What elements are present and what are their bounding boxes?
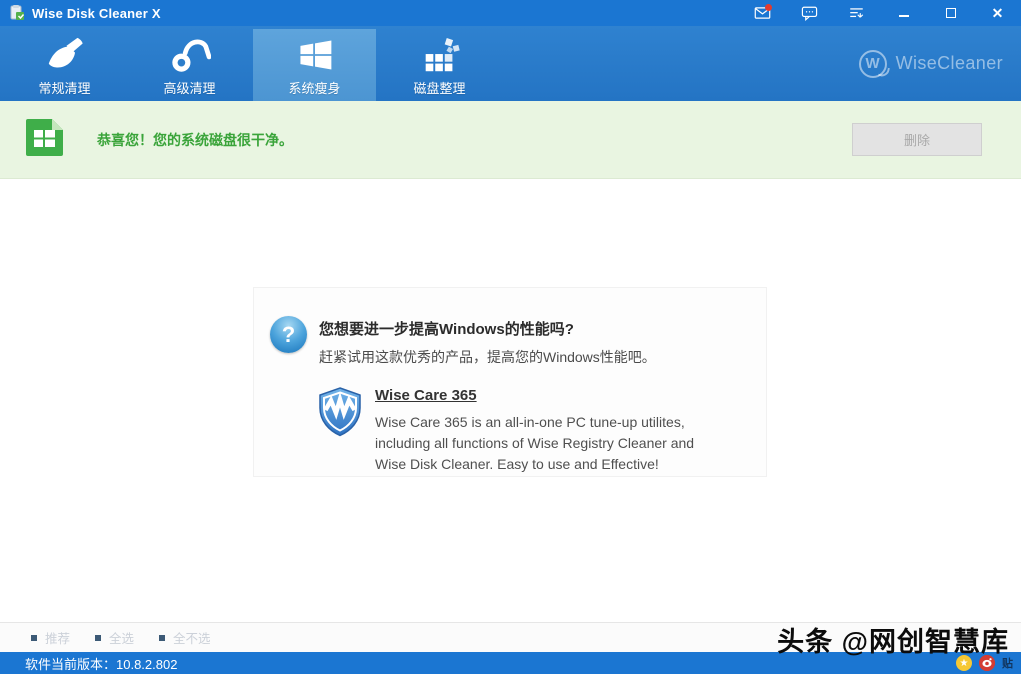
notice-bar: 恭喜您！您的系统磁盘很干净。 删除 [0,101,1021,179]
nav-tabs: 常规清理 高级清理 系统瘦身 [0,26,1021,101]
delete-button[interactable]: 删除 [852,123,982,156]
promo-box: ? 您想要进一步提高Windows的性能吗? 赶紧试用这款优秀的产品，提高您的W… [253,287,767,477]
tab-system-slim[interactable]: 系统瘦身 [253,29,376,101]
content-area: ? 您想要进一步提高Windows的性能吗? 赶紧试用这款优秀的产品，提高您的W… [0,180,1021,622]
vacuum-icon [169,34,211,76]
recommend-link[interactable]: 推荐 [31,628,70,647]
wisecleaner-logo-mark: W [859,50,887,78]
wisecleaner-logo-text: WiseCleaner [896,53,1003,74]
tab-advanced-clean[interactable]: 高级清理 [128,29,251,101]
app-window: Wise Disk Cleaner X [0,0,1021,674]
brush-icon [44,34,86,76]
question-icon: ? [270,316,307,353]
menu-icon[interactable] [833,0,880,26]
feedback-icon[interactable] [786,0,833,26]
close-button[interactable]: ✕ [974,0,1021,26]
titlebar-buttons: ✕ [739,0,1021,26]
minimize-button[interactable] [880,0,927,26]
titlebar: Wise Disk Cleaner X [0,0,1021,26]
windows-icon [295,34,335,76]
clean-disk-icon [26,119,63,161]
mail-icon[interactable] [739,0,786,26]
notification-dot [765,4,772,11]
tab-label: 磁盘整理 [413,78,465,97]
maximize-button[interactable] [927,0,974,26]
defrag-icon [419,34,461,76]
tab-label: 系统瘦身 [288,78,340,97]
tab-regular-clean[interactable]: 常规清理 [3,29,126,101]
select-none-link[interactable]: 全不选 [159,628,211,647]
bullet-icon [31,635,37,641]
wise-care-365-link[interactable]: Wise Care 365 [375,387,477,404]
version-text: 软件当前版本：10.8.2.802 [25,654,177,673]
bullet-icon [95,635,101,641]
wise-care-shield-icon [317,387,363,437]
promo-subtitle: 赶紧试用这款优秀的产品，提高您的Windows性能吧。 [319,347,656,367]
tab-label: 高级清理 [163,78,215,97]
toutiao-watermark: 头条 @网创智慧库 [777,620,1009,659]
app-icon [8,4,26,22]
promo-title: 您想要进一步提高Windows的性能吗? [319,318,656,339]
notice-message: 恭喜您！您的系统磁盘很干净。 [97,130,293,150]
wise-care-365-description: Wise Care 365 is an all-in-one PC tune-u… [375,412,725,475]
tab-label: 常规清理 [38,78,90,97]
wisecleaner-logo: W WiseCleaner [859,50,1003,78]
bullet-icon [159,635,165,641]
window-title: Wise Disk Cleaner X [32,6,161,21]
select-all-link[interactable]: 全选 [95,628,134,647]
tab-disk-defrag[interactable]: 磁盘整理 [378,29,501,101]
